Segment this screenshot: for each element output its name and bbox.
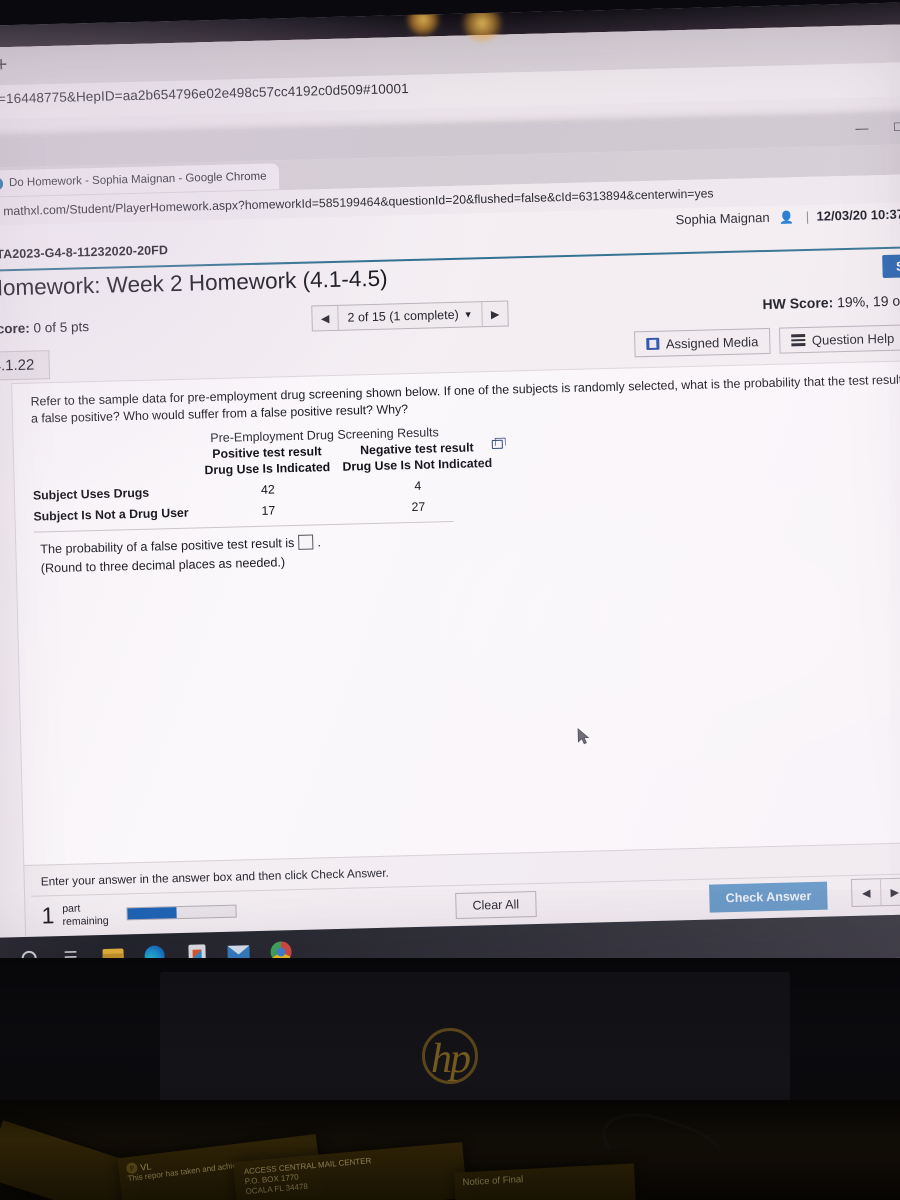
list-icon xyxy=(790,334,806,347)
background-url-text: urseId=16448775&HepID=aa2b654796e02e498c… xyxy=(0,80,409,108)
laptop-screen: + urseId=16448775&HepID=aa2b654796e02e49… xyxy=(0,1,900,982)
score-label: Score: xyxy=(0,320,30,337)
parts-remaining: 1 part remaining xyxy=(41,899,237,929)
tab-title: Do Homework - Sophia Maignan - Google Ch… xyxy=(8,170,267,190)
column-header: Negative test result xyxy=(360,440,474,458)
answer-period: . xyxy=(317,534,322,549)
table-cell: 42 xyxy=(260,482,275,497)
rounding-note: (Round to three decimal places as needed… xyxy=(40,555,286,576)
hp-logo: hp xyxy=(431,1036,471,1082)
save-button[interactable]: Save xyxy=(881,253,900,279)
datetime: 12/03/20 10:37 PM xyxy=(816,206,900,224)
score-display: Score: 0 of 5 pts xyxy=(0,319,89,337)
clear-all-button[interactable]: Clear All xyxy=(455,891,537,920)
question-help-label: Question Help xyxy=(811,330,895,348)
row-label: Subject Is Not a Drug User xyxy=(33,505,189,524)
data-table: Positive test result Negative test resul… xyxy=(32,440,504,524)
hw-score-label: HW Score: xyxy=(762,294,834,313)
parts-label-line1: part xyxy=(62,902,81,915)
progress-bar xyxy=(126,904,237,921)
pearson-p-icon: P xyxy=(0,176,4,191)
answer-hint: Enter your answer in the answer box and … xyxy=(40,865,389,889)
course-code: STA2023-G4-8-11232020-20FD xyxy=(0,243,169,262)
progress-bar-fill xyxy=(127,907,177,920)
question-id: 4.1.22 xyxy=(0,350,50,381)
table-corner-cell xyxy=(32,448,192,466)
maximize-button[interactable]: ☐ xyxy=(885,118,900,137)
media-icon xyxy=(645,337,659,351)
chevron-down-icon: ▼ xyxy=(463,309,473,320)
triangle-left-icon[interactable]: ◀ xyxy=(852,879,881,906)
answer-input[interactable] xyxy=(298,534,314,550)
table-row: Subject Is Not a Drug User 17 27 xyxy=(33,498,503,524)
table-cell: 4 xyxy=(414,478,422,493)
assigned-media-label: Assigned Media xyxy=(665,333,759,352)
hw-score-display: HW Score: 19%, 19 of 100 xyxy=(762,292,900,312)
parts-remaining-label: part remaining xyxy=(62,902,109,928)
photo-of-laptop-screen: + urseId=16448775&HepID=aa2b654796e02e49… xyxy=(0,0,900,1200)
answer-prompt-line: The probability of a false positive test… xyxy=(40,534,321,556)
table-cell: 17 xyxy=(261,503,276,518)
minimize-button[interactable]: — xyxy=(849,119,875,138)
part-navigator[interactable]: ◀ ▶ xyxy=(850,877,900,908)
notice-text: Notice of Final xyxy=(462,1174,524,1189)
parts-label-line2: remaining xyxy=(62,914,109,928)
row-label: Subject Uses Drugs xyxy=(32,485,150,503)
question-navigator-label[interactable]: 2 of 15 (1 complete) ▼ xyxy=(338,302,482,330)
mathxl-page: Sophia Maignan 👤 | 12/03/20 10:37 PM STA… xyxy=(0,201,900,982)
parts-remaining-count: 1 xyxy=(41,902,55,929)
page-title: Homework: Week 2 Homework (4.1-4.5) xyxy=(0,265,388,301)
user-info[interactable]: Sophia Maignan 👤 | xyxy=(675,208,817,228)
check-answer-button[interactable]: Check Answer xyxy=(709,881,828,913)
answer-prompt-text: The probability of a false positive test… xyxy=(40,535,295,556)
triangle-right-icon[interactable]: ▶ xyxy=(879,878,900,906)
column-header: Positive test result xyxy=(212,444,322,462)
divider: | xyxy=(805,208,810,224)
question-position-text: 2 of 15 (1 complete) xyxy=(347,307,459,325)
mathxl-browser-window: — ☐ P Do Homework - Sophia Maignan - Goo… xyxy=(0,113,900,982)
triangle-right-icon[interactable]: ▶ xyxy=(481,301,508,327)
column-subheader: Drug Use Is Not Indicated xyxy=(342,455,493,474)
user-name: Sophia Maignan xyxy=(675,209,770,228)
copy-to-clipboard-icon[interactable] xyxy=(491,439,503,449)
person-icon: 👤 xyxy=(779,210,795,225)
assigned-media-button[interactable]: Assigned Media xyxy=(633,327,771,358)
table-corner-cell-2 xyxy=(32,464,192,482)
hw-score-value: 19%, 19 of 100 xyxy=(836,292,900,311)
table-cell: 27 xyxy=(411,499,426,515)
triangle-left-icon[interactable]: ◀ xyxy=(312,305,339,331)
question-navigator[interactable]: ◀ 2 of 15 (1 complete) ▼ ▶ xyxy=(311,300,509,332)
score-value: 0 of 5 pts xyxy=(33,319,90,336)
column-subheader: Drug Use Is Indicated xyxy=(204,460,331,478)
new-tab-button[interactable]: + xyxy=(0,53,8,76)
exercise-separator xyxy=(33,520,454,533)
question-help-button[interactable]: Question Help xyxy=(778,324,900,354)
